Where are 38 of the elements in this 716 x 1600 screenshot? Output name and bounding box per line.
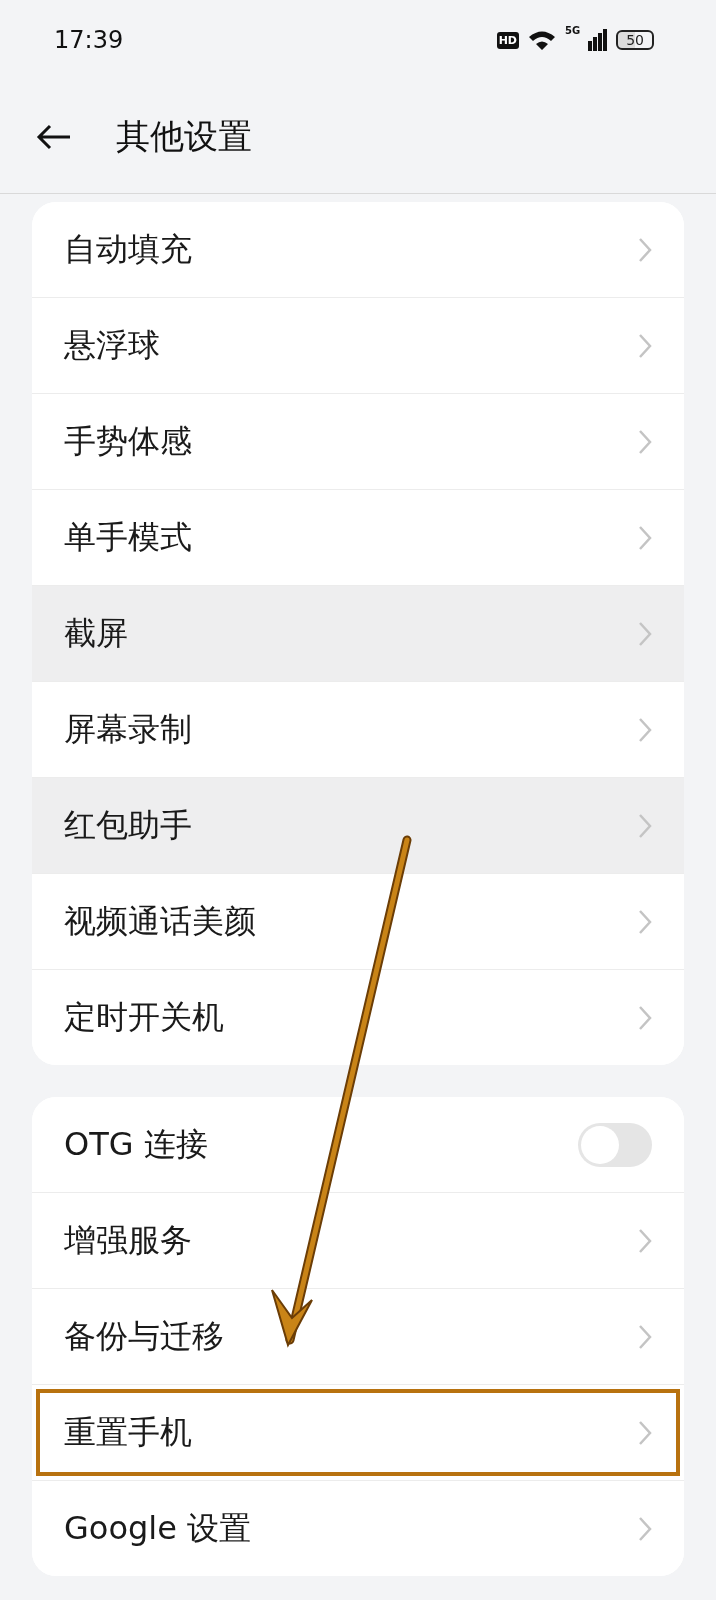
battery-indicator: 50 [616, 30, 654, 50]
row-label: 红包助手 [64, 804, 192, 846]
wifi-icon [527, 29, 557, 51]
row-label: OTG 连接 [64, 1123, 208, 1165]
chevron-icon [638, 908, 652, 935]
settings-row[interactable]: 截屏 [32, 585, 684, 681]
chevron-icon [638, 236, 652, 263]
back-arrow-icon[interactable] [36, 123, 72, 150]
chevron-icon [638, 332, 652, 359]
row-label: 增强服务 [64, 1219, 192, 1261]
chevron-icon [638, 1004, 652, 1031]
chevron-icon [638, 1323, 652, 1350]
chevron-icon [638, 620, 652, 647]
row-label: 自动填充 [64, 228, 192, 270]
settings-row[interactable]: 红包助手 [32, 777, 684, 873]
hd-badge: HD [496, 31, 519, 49]
toggle-switch[interactable] [578, 1122, 652, 1167]
chevron-icon [638, 1419, 652, 1446]
signal-icon [588, 29, 609, 51]
row-label: 手势体感 [64, 420, 192, 462]
row-label: Google 设置 [64, 1507, 251, 1549]
row-label: 视频通话美颜 [64, 900, 256, 942]
network-type: 5G [565, 25, 581, 36]
row-label: 屏幕录制 [64, 708, 192, 750]
row-label: 重置手机 [64, 1411, 192, 1453]
status-time: 17:39 [54, 26, 124, 54]
chevron-icon [638, 716, 652, 743]
row-label: 单手模式 [64, 516, 192, 558]
chevron-icon [638, 524, 652, 551]
row-label: 悬浮球 [64, 324, 160, 366]
row-label: 定时开关机 [64, 996, 224, 1038]
row-label: 截屏 [64, 612, 128, 654]
chevron-icon [638, 1515, 652, 1542]
chevron-icon [638, 812, 652, 839]
chevron-icon [638, 1227, 652, 1254]
row-label: 备份与迁移 [64, 1315, 224, 1357]
page-title: 其他设置 [116, 114, 252, 158]
chevron-icon [638, 428, 652, 455]
